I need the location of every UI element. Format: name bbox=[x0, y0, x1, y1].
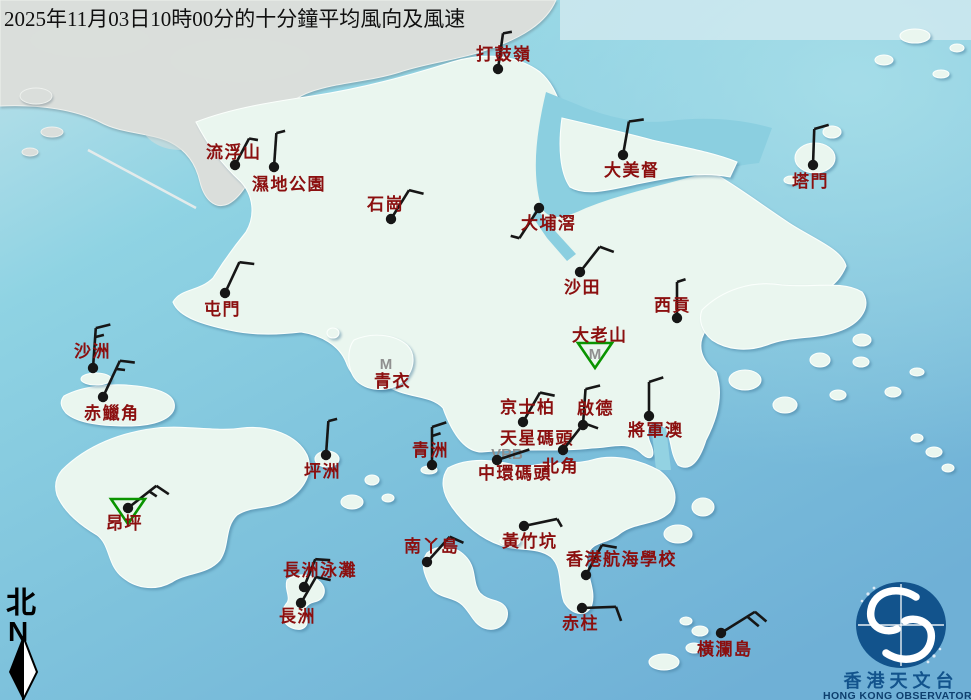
station-label: 將軍澳 bbox=[628, 420, 684, 440]
station-dot bbox=[716, 628, 726, 638]
station-label: 赤柱 bbox=[562, 613, 599, 633]
station-label: 沙田 bbox=[564, 278, 601, 297]
station-label: 塔門 bbox=[792, 171, 829, 191]
station-label: 大埔滘 bbox=[521, 213, 577, 233]
hko-name-zh: 香港天文台 bbox=[843, 670, 959, 691]
map-title: 2025年11月03日10時00分的十分鐘平均風向及風速 bbox=[4, 7, 465, 31]
station-dot bbox=[534, 203, 544, 213]
wind-barb-half bbox=[503, 32, 512, 34]
station-dot bbox=[618, 150, 628, 160]
station-label: 大老山 bbox=[572, 325, 628, 345]
station-dot bbox=[644, 411, 654, 421]
station-label: 打鼓嶺 bbox=[476, 44, 532, 64]
station-dot bbox=[577, 603, 587, 613]
wind-barb-full bbox=[120, 361, 135, 363]
station-label: 黃竹坑 bbox=[501, 531, 558, 551]
station-dot bbox=[493, 64, 503, 74]
map-image: 打鼓嶺流浮山濕地公園石崗大美督大埔滘塔門屯門沙田西貢沙洲M大老山赤鱲角M青衣京士… bbox=[0, 0, 971, 700]
station-label: 青洲 bbox=[412, 440, 449, 460]
station-label: 西貢 bbox=[654, 296, 691, 315]
station-dot bbox=[581, 570, 591, 580]
station-label: 中環碼頭 bbox=[478, 463, 552, 483]
station-dot bbox=[321, 450, 331, 460]
station-label: 京士柏 bbox=[500, 397, 556, 417]
station-dot bbox=[123, 503, 133, 513]
station-label: 流浮山 bbox=[206, 142, 262, 162]
station-label: 南丫島 bbox=[404, 536, 460, 556]
station-label: 香港航海學校 bbox=[566, 549, 677, 569]
status-marker-m: M bbox=[380, 356, 393, 373]
station-label: 橫瀾島 bbox=[697, 639, 753, 659]
station-label: 濕地公園 bbox=[252, 174, 326, 194]
station-dot bbox=[386, 214, 396, 224]
station-dot bbox=[422, 557, 432, 567]
station-label: 沙洲 bbox=[74, 342, 111, 361]
hko-name-en: HONG KONG OBSERVATORY bbox=[823, 690, 971, 700]
station-label: 坪洲 bbox=[304, 462, 341, 481]
station-label: 青衣 bbox=[374, 371, 411, 391]
station-label: 昂坪 bbox=[106, 514, 143, 533]
station-label: 長洲 bbox=[279, 607, 316, 626]
station-dot bbox=[88, 363, 98, 373]
station-dot bbox=[519, 521, 529, 531]
station-dot bbox=[427, 460, 437, 470]
station-dot bbox=[575, 267, 585, 277]
station-dot bbox=[98, 392, 108, 402]
station-dot bbox=[558, 445, 568, 455]
wind-barb-half bbox=[249, 139, 258, 141]
station-label: 啟德 bbox=[577, 398, 614, 418]
wind-map: 打鼓嶺流浮山濕地公園石崗大美督大埔滘塔門屯門沙田西貢沙洲M大老山赤鱲角M青衣京士… bbox=[0, 0, 971, 700]
station-label: 屯門 bbox=[204, 299, 241, 319]
status-marker-m: M bbox=[589, 346, 602, 363]
wind-shaft bbox=[813, 129, 814, 165]
station-dot bbox=[269, 162, 279, 172]
station-label: 大美督 bbox=[604, 160, 660, 180]
wind-barb-full bbox=[239, 262, 254, 264]
station-label: 赤鱲角 bbox=[84, 403, 140, 423]
station-dot bbox=[518, 417, 528, 427]
station-label: 石崗 bbox=[366, 195, 404, 214]
station-dot bbox=[808, 160, 818, 170]
station-dot bbox=[220, 288, 230, 298]
wind-barb-half bbox=[116, 369, 125, 370]
station-label: 北角 bbox=[542, 456, 579, 476]
